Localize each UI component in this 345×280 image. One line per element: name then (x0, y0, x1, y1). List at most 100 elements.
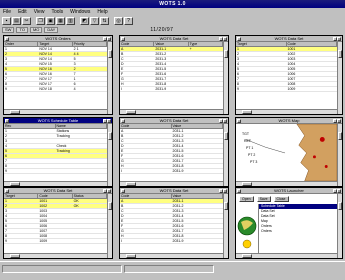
vertical-scrollbar[interactable] (337, 194, 342, 258)
column-header[interactable]: Code (38, 194, 73, 198)
maximize-button[interactable]: □ (107, 119, 111, 123)
mdi-window[interactable]: WOTS Data Set - _ □ Code Value A 2031-1 B 2031-2 C… (119, 187, 229, 259)
map-view[interactable]: TGT REF PT 1 PT 2 PT 3 (236, 123, 338, 182)
table-row[interactable]: I 2031-9 (120, 239, 223, 244)
vertical-scrollbar[interactable] (223, 42, 228, 114)
column-header[interactable]: Priority (73, 42, 107, 46)
system-menu-button[interactable]: - (237, 189, 241, 193)
maximize-button[interactable]: □ (337, 189, 341, 193)
vertical-scrollbar[interactable] (107, 194, 112, 258)
scroll-thumb[interactable] (10, 254, 20, 258)
launcher-button[interactable]: Open (239, 196, 254, 202)
column-header[interactable]: Name (56, 124, 107, 128)
maximize-button[interactable]: □ (223, 189, 227, 193)
column-header[interactable]: Rec (4, 124, 56, 128)
maximize-button[interactable]: □ (223, 119, 227, 123)
column-header[interactable]: Code (287, 42, 337, 46)
mdi-window[interactable]: WOTS Data Set - _ □ Target Code Status 1 1001 OK 2… (3, 187, 113, 259)
scroll-thumb[interactable] (126, 254, 136, 258)
mdi-window[interactable]: WOTS Data Set - _ □ Code Value A 2031-1 B 2031-2 C… (119, 117, 229, 187)
scroll-thumb[interactable] (242, 182, 252, 186)
help-button[interactable]: ? (124, 17, 133, 25)
maximize-button[interactable]: □ (223, 37, 227, 41)
copy-button[interactable]: ❐ (36, 17, 45, 25)
menu-view[interactable]: View (34, 9, 45, 15)
scroll-thumb[interactable] (242, 254, 252, 258)
menu-tools[interactable]: Tools (51, 9, 63, 15)
mdi-window[interactable]: WOTS Map - _ □ TGT REF PT 1 PT 2 PT 3 (235, 117, 343, 187)
scroll-thumb[interactable] (126, 110, 136, 114)
horizontal-scrollbar[interactable] (236, 181, 337, 186)
scroll-thumb[interactable] (224, 132, 228, 140)
scroll-thumb[interactable] (126, 182, 136, 186)
target-marker[interactable] (324, 165, 328, 168)
system-menu-button[interactable]: - (121, 37, 125, 41)
window-title-bar[interactable]: WOTS Launcher - _ □ (236, 188, 342, 194)
column-header[interactable]: Value (154, 42, 189, 46)
maximize-button[interactable]: □ (337, 119, 341, 123)
map-button[interactable]: ◩ (80, 17, 89, 25)
filter-button[interactable]: ▽ (90, 17, 99, 25)
paste-button[interactable]: ▣ (46, 17, 55, 25)
scroll-thumb[interactable] (10, 110, 20, 114)
scroll-thumb[interactable] (338, 202, 342, 210)
vertical-scrollbar[interactable] (107, 124, 112, 186)
mdi-window[interactable]: WOTS Data Set - _ □ Target Code 1 1001 2 1002 3 100… (235, 35, 343, 115)
horizontal-scrollbar[interactable] (236, 109, 337, 114)
column-header[interactable]: Code (120, 124, 172, 128)
target-marker[interactable] (319, 137, 325, 142)
scroll-thumb[interactable] (338, 132, 342, 140)
horizontal-scrollbar[interactable] (236, 253, 337, 258)
vertical-scrollbar[interactable] (107, 42, 112, 114)
mdi-window[interactable]: WOTS Orders - _ □ Order Target Priority 1 NOV 14… (3, 35, 113, 115)
column-header[interactable]: Target (38, 42, 73, 46)
sort-button[interactable]: ⇅ (100, 17, 109, 25)
mdi-window[interactable]: WOTS Schedule Table - _ □ Rec Name 1 Stations 2 T… (3, 117, 113, 187)
print-button[interactable]: ▤ (12, 17, 21, 25)
menu-windows[interactable]: Windows (70, 9, 90, 15)
target-marker[interactable] (312, 155, 316, 159)
scroll-thumb[interactable] (224, 202, 228, 210)
window-title-bar[interactable]: WOTS Orders - _ □ (4, 36, 112, 42)
menu-edit[interactable]: Edit (18, 9, 27, 15)
horizontal-scrollbar[interactable] (4, 109, 107, 114)
table-row[interactable]: I 2031-9 (120, 169, 223, 174)
scroll-thumb[interactable] (108, 202, 112, 210)
column-header[interactable]: Code (120, 194, 172, 198)
column-header[interactable]: Value (172, 124, 223, 128)
launcher-button[interactable]: Close (273, 196, 289, 202)
scroll-thumb[interactable] (224, 50, 228, 58)
maximize-button[interactable]: □ (107, 37, 111, 41)
launcher-button[interactable]: Save (256, 196, 271, 202)
grid-button[interactable]: ▦ (56, 17, 65, 25)
scroll-thumb[interactable] (10, 182, 20, 186)
tab-to[interactable]: TO (16, 26, 28, 33)
chart-button[interactable]: ▥ (66, 17, 75, 25)
table-row[interactable]: 9 NOV 18 4 (4, 87, 107, 92)
scroll-thumb[interactable] (338, 50, 342, 58)
scroll-thumb[interactable] (242, 110, 252, 114)
table-row[interactable]: 9 (4, 169, 107, 174)
window-title-bar[interactable]: WOTS Data Set - _ □ (236, 36, 342, 42)
save-button[interactable]: ▪ (2, 17, 11, 25)
table-row[interactable]: 9 1009 (236, 87, 337, 92)
system-menu-button[interactable]: - (5, 37, 9, 41)
maximize-button[interactable]: □ (107, 189, 111, 193)
column-header[interactable]: Status (73, 194, 107, 198)
system-menu-button[interactable]: - (5, 189, 9, 193)
menu-file[interactable]: File (3, 9, 11, 15)
system-menu-button[interactable]: - (121, 119, 125, 123)
tab-day[interactable]: DAY (44, 26, 59, 33)
vertical-scrollbar[interactable] (223, 194, 228, 258)
mdi-window[interactable]: WOTS Launcher - _ □ Open Save Close Schedule Ta… (235, 187, 343, 259)
column-header[interactable]: Value (172, 194, 223, 198)
system-menu-button[interactable]: - (237, 37, 241, 41)
column-header[interactable]: Code (120, 42, 155, 46)
window-title-bar[interactable]: WOTS Data Set - _ □ (120, 118, 228, 124)
horizontal-scrollbar[interactable] (4, 181, 107, 186)
system-menu-button[interactable]: - (5, 119, 9, 123)
menu-help[interactable]: Help (97, 9, 107, 15)
horizontal-scrollbar[interactable] (4, 253, 107, 258)
list-item[interactable]: Orders (259, 229, 337, 234)
mdi-window[interactable]: WOTS Data Set - _ □ Code Value Type A 2031-1 + B 20… (119, 35, 229, 115)
